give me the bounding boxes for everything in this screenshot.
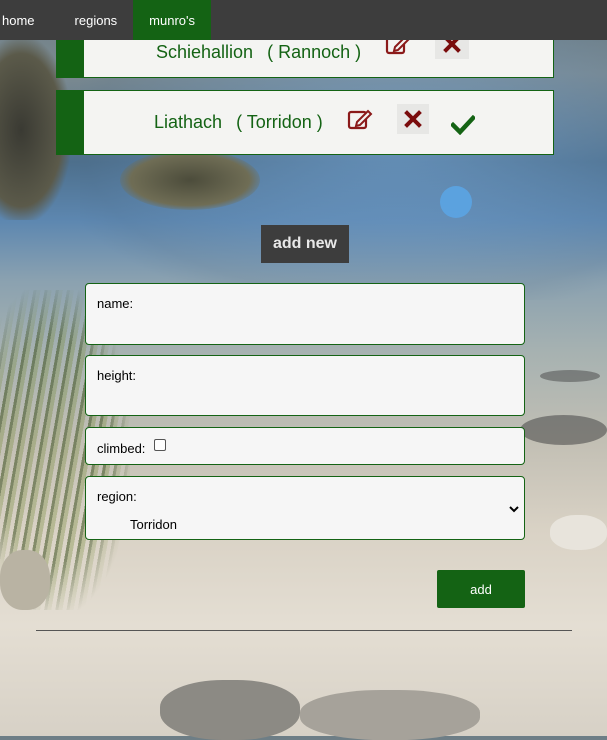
add-new-heading: add new (261, 225, 349, 263)
background-stone (550, 515, 607, 550)
name-input[interactable] (96, 318, 514, 338)
chevron-down-icon (509, 506, 519, 513)
height-field[interactable]: height: (85, 355, 525, 416)
divider (36, 630, 572, 631)
background-stone (0, 550, 50, 610)
region-select[interactable]: region: Torridon (85, 476, 525, 540)
name-label: name: (97, 296, 134, 311)
munro-name: Schiehallion (156, 41, 254, 62)
climbed-field: climbed: (85, 427, 525, 465)
nav-home[interactable]: home (0, 0, 59, 40)
munro-name: Liathach (154, 112, 223, 132)
nav-regions[interactable]: regions (59, 0, 134, 40)
climbed-check[interactable] (450, 114, 475, 135)
delete-icon (403, 109, 422, 128)
check-icon (450, 114, 475, 135)
name-field[interactable]: name: (85, 283, 525, 345)
height-label: height: (97, 368, 137, 383)
cursor-indicator (440, 186, 472, 218)
edit-button[interactable] (347, 107, 373, 131)
background-shadow (520, 415, 607, 445)
height-input[interactable] (96, 390, 514, 410)
munro-region: ( Rannoch ) (267, 41, 362, 62)
edit-icon (347, 109, 373, 129)
background-stone (300, 690, 480, 740)
background-rock (120, 150, 260, 210)
region-selected-value: Torridon (130, 517, 177, 532)
munro-row: Liathach ( Torridon ) (56, 90, 554, 155)
select-chevron (508, 501, 520, 519)
climbed-label: climbed: (97, 441, 146, 456)
top-navbar: home regions munro's (0, 0, 607, 40)
add-button[interactable]: add (437, 570, 525, 608)
row-accent (56, 90, 84, 155)
nav-munros[interactable]: munro's (133, 0, 212, 40)
background-stone (160, 680, 300, 740)
delete-button[interactable] (396, 103, 429, 134)
climbed-checkbox[interactable] (154, 439, 166, 451)
region-label: region: (97, 489, 137, 504)
munro-card: Liathach ( Torridon ) (84, 90, 554, 155)
background-shadow (540, 370, 600, 382)
munro-region: ( Torridon ) (236, 112, 323, 132)
